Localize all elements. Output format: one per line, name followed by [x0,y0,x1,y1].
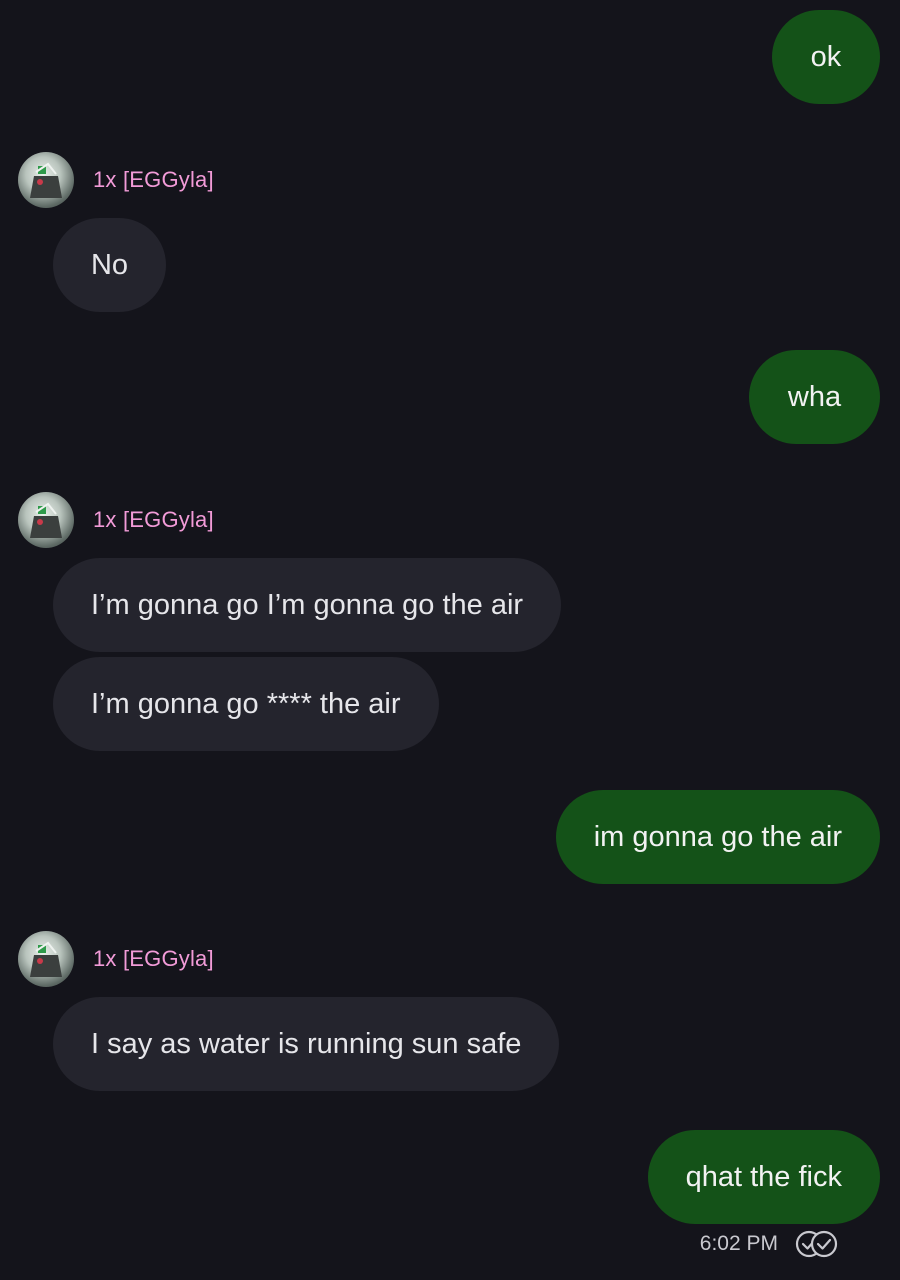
outgoing-message-bubble[interactable]: im gonna go the air [555,790,880,884]
avatar-image-icon [30,162,62,198]
incoming-message-bubble[interactable]: I’m gonna go **** the air [53,657,439,751]
outgoing-message-bubble[interactable]: ok [772,10,880,104]
sender-header: 1x [EGGyla] [18,930,214,988]
read-receipt-icon [795,1230,838,1258]
incoming-message-bubble[interactable]: I’m gonna go I’m gonna go the air [53,558,562,652]
avatar-image-icon [30,941,62,977]
sender-avatar[interactable] [18,492,74,548]
message-text: No [90,248,129,281]
message-text: qhat the fick [685,1160,842,1193]
sender-avatar[interactable] [18,931,74,987]
sender-header: 1x [EGGyla] [18,491,214,549]
message-text: I say as water is running sun safe [91,1027,522,1060]
message-text: I’m gonna go I’m gonna go the air [91,588,524,621]
message-text: im gonna go the air [593,820,842,853]
message-text: I’m gonna go **** the air [91,687,401,720]
outgoing-message-bubble[interactable]: qhat the fick [647,1130,880,1224]
sender-header: 1x [EGGyla] [18,151,214,209]
message-text: wha [787,380,842,413]
message-meta: 6:02 PM [700,1230,840,1258]
incoming-message-bubble[interactable]: I say as water is running sun safe [53,997,560,1091]
message-timestamp: 6:02 PM [699,1232,778,1255]
sender-name: 1x [EGGyla] [93,167,214,192]
sender-avatar[interactable] [18,152,74,208]
incoming-message-bubble[interactable]: No [53,218,166,312]
avatar-image-icon [30,502,62,538]
sender-name: 1x [EGGyla] [93,946,214,971]
message-text: ok [810,40,842,73]
sender-name: 1x [EGGyla] [93,507,214,532]
outgoing-message-bubble[interactable]: wha [749,350,880,444]
